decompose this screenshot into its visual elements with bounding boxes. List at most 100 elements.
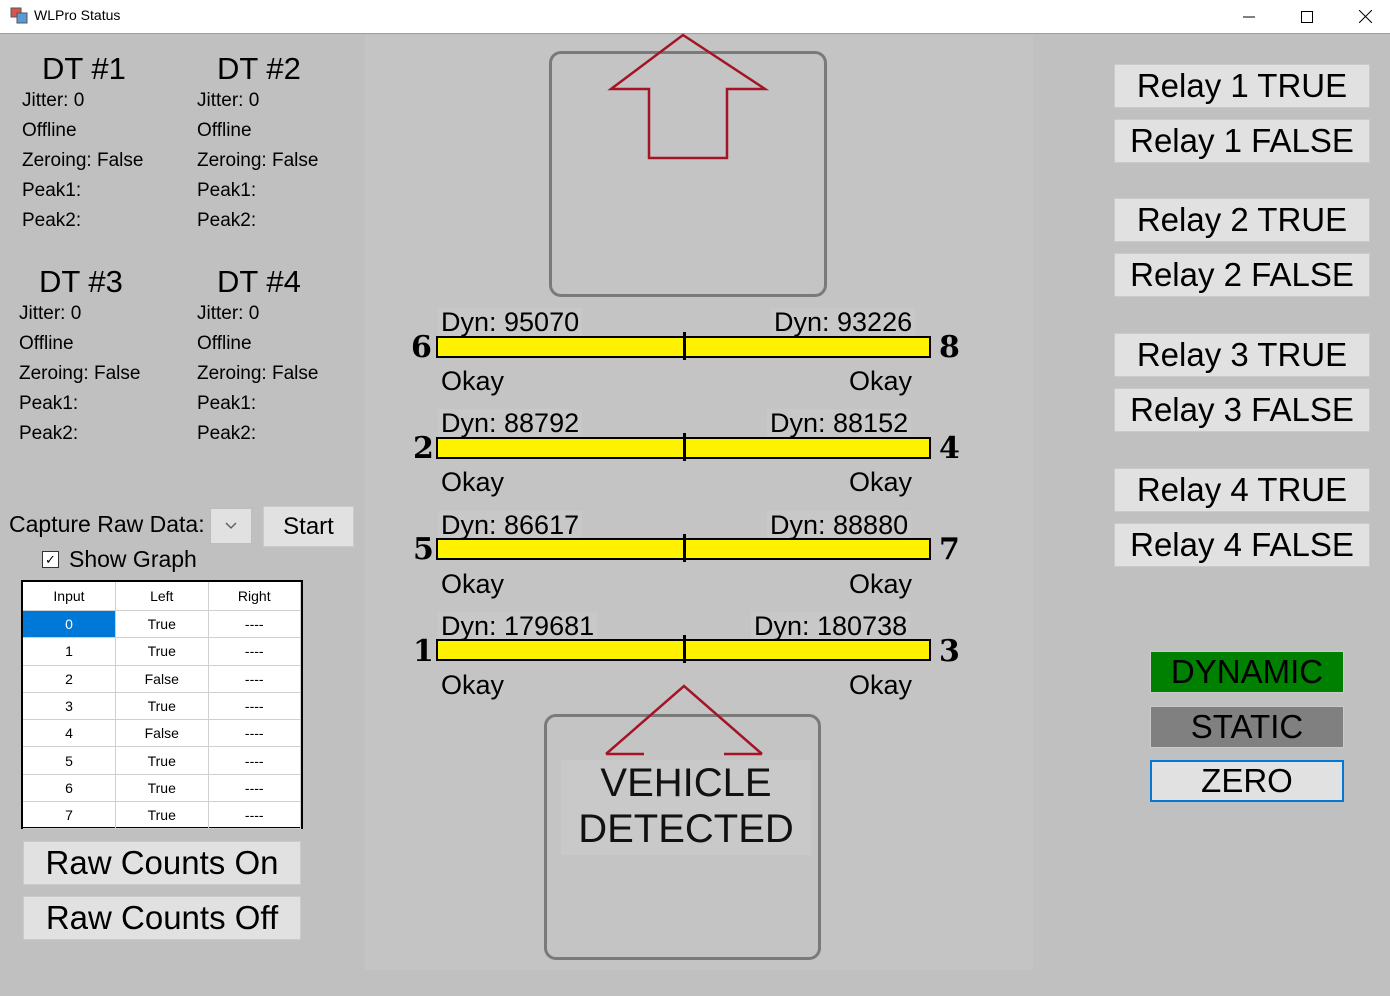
grid-cell-input[interactable]: 6 xyxy=(23,774,116,803)
relay-3-true-button[interactable]: Relay 3 TRUE xyxy=(1114,333,1370,377)
relay-1-false-button[interactable]: Relay 1 FALSE xyxy=(1114,119,1370,163)
table-row[interactable]: 6 True ---- xyxy=(23,774,301,803)
table-row[interactable]: 1 True ---- xyxy=(23,637,301,666)
input-grid[interactable]: Input Left Right 0 True ---- 1 True ---- 2 Fa… xyxy=(21,580,303,830)
relay-2-false-button[interactable]: Relay 2 FALSE xyxy=(1114,253,1370,297)
grid-cell-left[interactable]: False xyxy=(115,719,209,748)
right-dynamic-value: Dyn: 180738 xyxy=(751,612,911,640)
detector-status-3: DT #3 Jitter: 0 Offline Zeroing: False P… xyxy=(19,265,140,449)
detector-jitter: Jitter: 0 xyxy=(22,90,85,111)
table-row[interactable]: 4 False ---- xyxy=(23,719,301,748)
grid-cell-left[interactable]: True xyxy=(115,610,209,639)
grid-cell-input[interactable]: 7 xyxy=(23,801,116,830)
left-sensor-status: Okay xyxy=(441,467,505,497)
grid-cell-left[interactable]: True xyxy=(115,774,209,803)
grid-cell-input[interactable]: 0 xyxy=(23,610,116,639)
capture-raw-data-select[interactable] xyxy=(210,508,252,544)
maximize-icon xyxy=(1301,10,1313,23)
arrow-up-icon xyxy=(605,684,763,756)
relay-1-true-button[interactable]: Relay 1 TRUE xyxy=(1114,64,1370,108)
grid-header-left[interactable]: Left xyxy=(115,582,209,611)
table-row[interactable]: 7 True ---- xyxy=(23,801,301,830)
dynamic-mode-button[interactable]: DYNAMIC xyxy=(1150,651,1344,693)
show-graph-checkbox[interactable]: ✓ Show Graph xyxy=(42,546,197,573)
right-sensor-status: Okay xyxy=(849,467,913,497)
right-sensor-status: Okay xyxy=(849,569,913,599)
maximize-button[interactable] xyxy=(1278,0,1336,33)
grid-cell-right[interactable]: ---- xyxy=(208,774,301,803)
left-sensor-status: Okay xyxy=(441,366,505,396)
grid-cell-right[interactable]: ---- xyxy=(208,692,301,721)
window-title: WLPro Status xyxy=(34,7,121,23)
detector-online-status: Offline xyxy=(19,333,74,354)
grid-header-input[interactable]: Input xyxy=(23,582,116,611)
bar-divider xyxy=(683,433,686,461)
capture-raw-data-label: Capture Raw Data: xyxy=(9,511,205,537)
left-dynamic-value: Dyn: 88792 xyxy=(438,409,583,437)
relay-4-true-button[interactable]: Relay 4 TRUE xyxy=(1114,468,1370,512)
start-capture-button[interactable]: Start xyxy=(263,506,354,547)
zero-button[interactable]: ZERO xyxy=(1150,760,1344,802)
vehicle-label-line1: VEHICLE xyxy=(600,761,772,805)
grid-cell-left[interactable]: True xyxy=(115,637,209,666)
relay-3-false-button[interactable]: Relay 3 FALSE xyxy=(1114,388,1370,432)
detector-peak1: Peak1: xyxy=(197,180,257,201)
grid-cell-right[interactable]: ---- xyxy=(208,610,301,639)
table-row[interactable]: 2 False ---- xyxy=(23,665,301,693)
table-row[interactable]: 3 True ---- xyxy=(23,692,301,721)
grid-cell-input[interactable]: 5 xyxy=(23,746,116,775)
grid-header-row: Input Left Right xyxy=(23,582,301,611)
detector-title: DT #2 xyxy=(217,51,301,86)
left-sensor-status: Okay xyxy=(441,569,505,599)
grid-cell-right[interactable]: ---- xyxy=(208,801,301,830)
right-sensor-number: 7 xyxy=(939,532,960,567)
grid-cell-right[interactable]: ---- xyxy=(208,637,301,666)
left-dynamic-value: Dyn: 95070 xyxy=(438,308,583,336)
detector-peak1: Peak1: xyxy=(197,393,257,414)
grid-header-right[interactable]: Right xyxy=(208,582,301,611)
close-icon xyxy=(1358,10,1372,23)
grid-cell-right[interactable]: ---- xyxy=(208,665,301,693)
detector-status-1: DT #1 Jitter: 0 Offline Zeroing: False P… xyxy=(22,52,143,236)
grid-cell-input[interactable]: 4 xyxy=(23,719,116,748)
relay-4-false-button[interactable]: Relay 4 FALSE xyxy=(1114,523,1370,567)
left-sensor-number: 5 xyxy=(413,532,434,567)
detector-online-status: Offline xyxy=(197,333,252,354)
detector-status-2: DT #2 Jitter: 0 Offline Zeroing: False P… xyxy=(197,52,318,236)
minimize-button[interactable] xyxy=(1220,0,1278,33)
grid-cell-input[interactable]: 2 xyxy=(23,665,116,693)
table-row[interactable]: 0 True ---- xyxy=(23,610,301,639)
sensor-level-bar xyxy=(436,433,931,461)
grid-cell-input[interactable]: 1 xyxy=(23,637,116,666)
detector-title: DT #1 xyxy=(42,51,126,86)
right-dynamic-value: Dyn: 88152 xyxy=(767,409,912,437)
grid-cell-left[interactable]: True xyxy=(115,692,209,721)
raw-counts-off-button[interactable]: Raw Counts Off xyxy=(23,896,301,940)
relay-2-true-button[interactable]: Relay 2 TRUE xyxy=(1114,198,1370,242)
right-sensor-number: 3 xyxy=(939,634,960,669)
static-mode-button[interactable]: STATIC xyxy=(1150,706,1344,748)
detector-peak2: Peak2: xyxy=(19,423,79,444)
vehicle-label-line2: DETECTED xyxy=(578,807,794,851)
grid-cell-left[interactable]: True xyxy=(115,746,209,775)
detector-online-status: Offline xyxy=(197,120,252,141)
detector-peak2: Peak2: xyxy=(22,210,82,231)
checkbox-checked-icon[interactable]: ✓ xyxy=(42,551,59,568)
left-dynamic-value: Dyn: 179681 xyxy=(438,612,598,640)
app-window-icon xyxy=(10,7,28,24)
grid-cell-left[interactable]: False xyxy=(115,665,209,693)
bar-divider xyxy=(683,534,686,562)
bar-divider xyxy=(683,332,686,360)
raw-counts-on-button[interactable]: Raw Counts On xyxy=(23,841,301,885)
grid-cell-right[interactable]: ---- xyxy=(208,746,301,775)
detector-peak2: Peak2: xyxy=(197,210,257,231)
table-row[interactable]: 5 True ---- xyxy=(23,746,301,775)
grid-cell-input[interactable]: 3 xyxy=(23,692,116,721)
detector-zeroing: Zeroing: False xyxy=(197,150,319,171)
close-button[interactable] xyxy=(1336,0,1390,33)
title-bar: WLPro Status xyxy=(0,0,1390,34)
grid-cell-left[interactable]: True xyxy=(115,801,209,830)
grid-cell-right[interactable]: ---- xyxy=(208,719,301,748)
arrow-up-icon xyxy=(607,33,770,160)
right-sensor-status: Okay xyxy=(849,366,913,396)
